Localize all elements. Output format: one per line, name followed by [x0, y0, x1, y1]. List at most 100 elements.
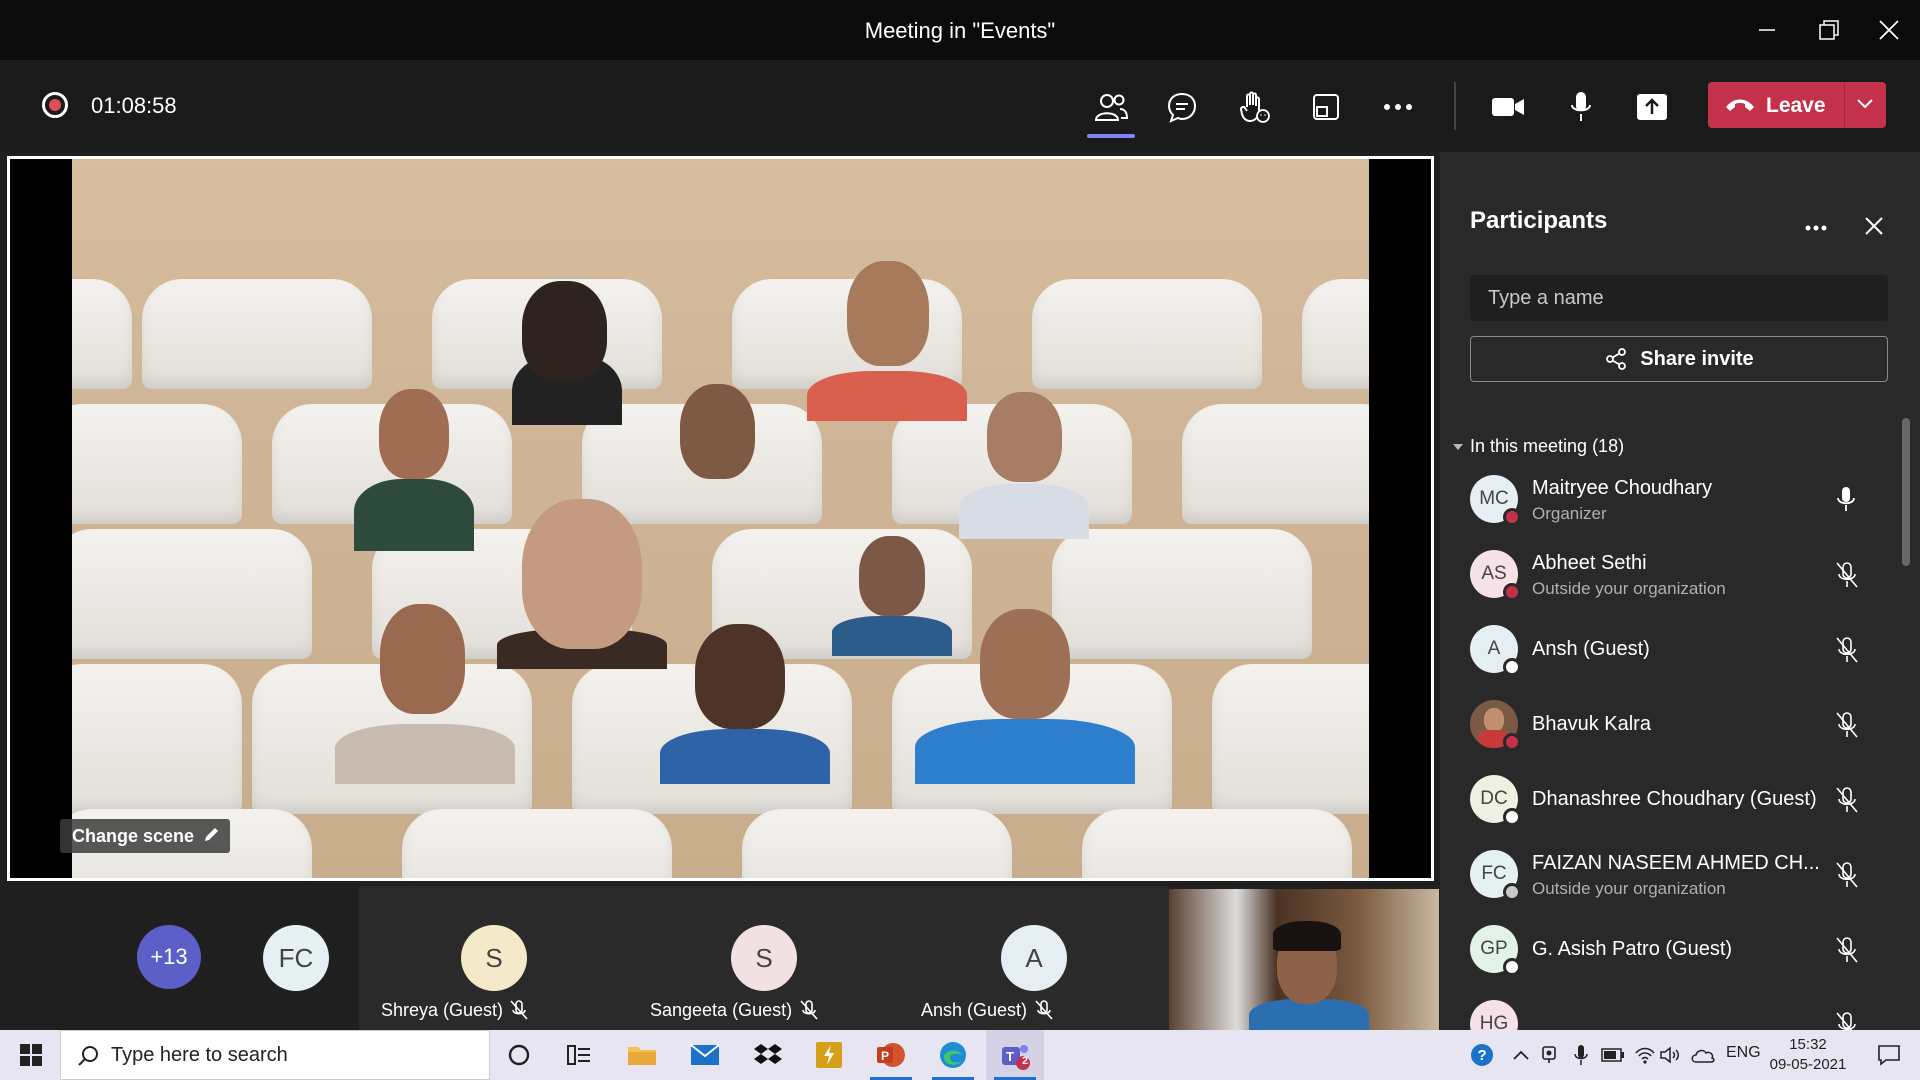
auditorium-scene — [72, 159, 1369, 878]
share-screen-icon — [1637, 94, 1667, 120]
mic-muted-icon — [800, 1000, 818, 1020]
seat — [142, 279, 372, 389]
participant-row[interactable]: FC FAIZAN NASEEM AHMED CH... Outside you… — [1440, 837, 1900, 912]
dropbox-button[interactable] — [739, 1030, 797, 1080]
avatar: GP — [1470, 925, 1521, 976]
start-button[interactable] — [2, 1030, 60, 1080]
participant-tile[interactable]: S Shreya (Guest) — [359, 886, 629, 1030]
taskbar-search-input[interactable]: Type here to search — [60, 1030, 490, 1080]
together-mode-stage: Change scene — [7, 156, 1434, 881]
participant-name: G. Asish Patro (Guest) — [1532, 938, 1733, 960]
avatar: FC — [263, 925, 329, 991]
more-icon — [1384, 104, 1412, 110]
avatar-initials: S — [485, 942, 503, 973]
participant-role: Outside your organization — [1532, 579, 1726, 598]
participant-tile[interactable]: S Sangeeta (Guest) — [629, 886, 899, 1030]
avatar-initials: GP — [1480, 938, 1508, 959]
minimize-button[interactable] — [1744, 10, 1790, 50]
teams-badge-count: 2 — [1022, 1055, 1029, 1067]
meeting-timer: 01:08:58 — [91, 93, 177, 118]
camera-toggle-button[interactable] — [1482, 82, 1534, 132]
show-conversation-button[interactable] — [1156, 82, 1208, 132]
battery-icon — [1601, 1048, 1624, 1062]
chevron-down-icon[interactable] — [1856, 98, 1874, 110]
overflow-count: +13 — [150, 944, 188, 969]
notifications-button[interactable] — [1866, 1030, 1912, 1080]
mic-toggle-button[interactable] — [1555, 82, 1607, 132]
participant-search-input[interactable]: Type a name — [1470, 275, 1888, 321]
avatar: DC — [1470, 775, 1521, 826]
section-label: In this meeting (18) — [1470, 436, 1625, 456]
onedrive-button[interactable] — [1684, 1030, 1722, 1080]
mic-muted-icon — [1836, 562, 1858, 588]
avatar: AS — [1470, 550, 1521, 601]
avatar-initials: MC — [1479, 488, 1509, 509]
more-options-icon[interactable] — [1805, 225, 1827, 231]
more-actions-button[interactable] — [1372, 82, 1424, 132]
participant-name: Maitryee Choudhary — [1532, 477, 1713, 499]
participant-video — [807, 231, 967, 421]
input-language[interactable]: ENG — [1726, 1044, 1761, 1062]
participant-row[interactable]: A Ansh (Guest) — [1440, 612, 1900, 687]
presence-icon — [1503, 583, 1521, 601]
participant-name: Sangeeta (Guest) — [650, 1000, 793, 1020]
participant-role: Organizer — [1532, 504, 1607, 523]
task-view-button[interactable] — [550, 1030, 608, 1080]
powerpoint-button[interactable]: P — [862, 1030, 920, 1080]
file-explorer-button[interactable] — [613, 1030, 671, 1080]
participant-tile[interactable]: A Ansh (Guest) — [899, 886, 1169, 1030]
show-participants-button[interactable] — [1085, 82, 1137, 138]
leave-button[interactable]: Leave — [1708, 82, 1886, 128]
app-tile-icon — [816, 1042, 842, 1068]
sticky-app-button[interactable] — [800, 1030, 858, 1080]
participant-row[interactable]: GP G. Asish Patro (Guest) — [1440, 912, 1900, 987]
rooms-button[interactable] — [1300, 82, 1352, 132]
chat-icon — [1167, 92, 1197, 123]
presence-icon — [1503, 733, 1521, 751]
help-button[interactable]: ? — [1462, 1030, 1502, 1080]
participant-name: Bhavuk Kalra — [1532, 713, 1651, 735]
cortana-button[interactable] — [490, 1030, 548, 1080]
mic-muted-icon — [510, 1000, 528, 1020]
participant-row[interactable]: MC Maitryee Choudhary Organizer — [1440, 462, 1900, 537]
participant-list-scrollbar[interactable] — [1902, 418, 1910, 566]
windows-logo-icon — [20, 1044, 42, 1066]
participants-icon — [1094, 94, 1128, 121]
participant-video — [497, 275, 632, 425]
edge-icon — [940, 1042, 966, 1068]
self-view-video[interactable] — [1169, 889, 1439, 1030]
restore-button[interactable] — [1806, 10, 1852, 50]
raise-hand-button[interactable] — [1228, 82, 1280, 132]
taskbar-clock[interactable]: 15:32 09-05-2021 — [1758, 1035, 1858, 1075]
seat — [72, 664, 242, 814]
overflow-participants-button[interactable]: +13 — [137, 925, 201, 989]
change-scene-button[interactable]: Change scene — [60, 819, 231, 853]
participant-name: Abheet Sethi — [1532, 552, 1647, 574]
share-content-button[interactable] — [1626, 82, 1678, 132]
close-panel-icon[interactable] — [1864, 216, 1884, 236]
cloud-icon — [1691, 1049, 1715, 1063]
participant-row[interactable]: AS Abheet Sethi Outside your organizatio… — [1440, 537, 1900, 612]
teams-button[interactable]: T 2 — [986, 1030, 1044, 1080]
search-placeholder: Type a name — [1488, 287, 1604, 309]
mail-icon — [690, 1044, 720, 1065]
presence-icon — [1503, 508, 1521, 526]
in-meeting-section-header[interactable]: In this meeting (18) — [1452, 436, 1624, 457]
share-invite-button[interactable]: Share invite — [1470, 336, 1888, 382]
mail-button[interactable] — [676, 1030, 734, 1080]
webcam-icon — [1542, 1046, 1556, 1063]
title-bar: Meeting in "Events" — [0, 0, 1920, 60]
edge-button[interactable] — [924, 1030, 982, 1080]
participant-row[interactable]: DC Dhanashree Choudhary (Guest) — [1440, 762, 1900, 837]
avatar-initials: HG — [1479, 1013, 1509, 1030]
close-window-button[interactable] — [1866, 10, 1912, 50]
participant-video — [655, 604, 835, 784]
seat — [1182, 404, 1369, 524]
window-title: Meeting in "Events" — [864, 18, 1056, 43]
presence-icon — [1503, 808, 1521, 826]
avatar-initials: S — [755, 942, 773, 973]
seat — [72, 529, 312, 659]
participant-row[interactable]: Bhavuk Kalra — [1440, 687, 1900, 762]
avatar — [1470, 700, 1521, 751]
participant-row[interactable]: HG — [1440, 987, 1900, 1030]
